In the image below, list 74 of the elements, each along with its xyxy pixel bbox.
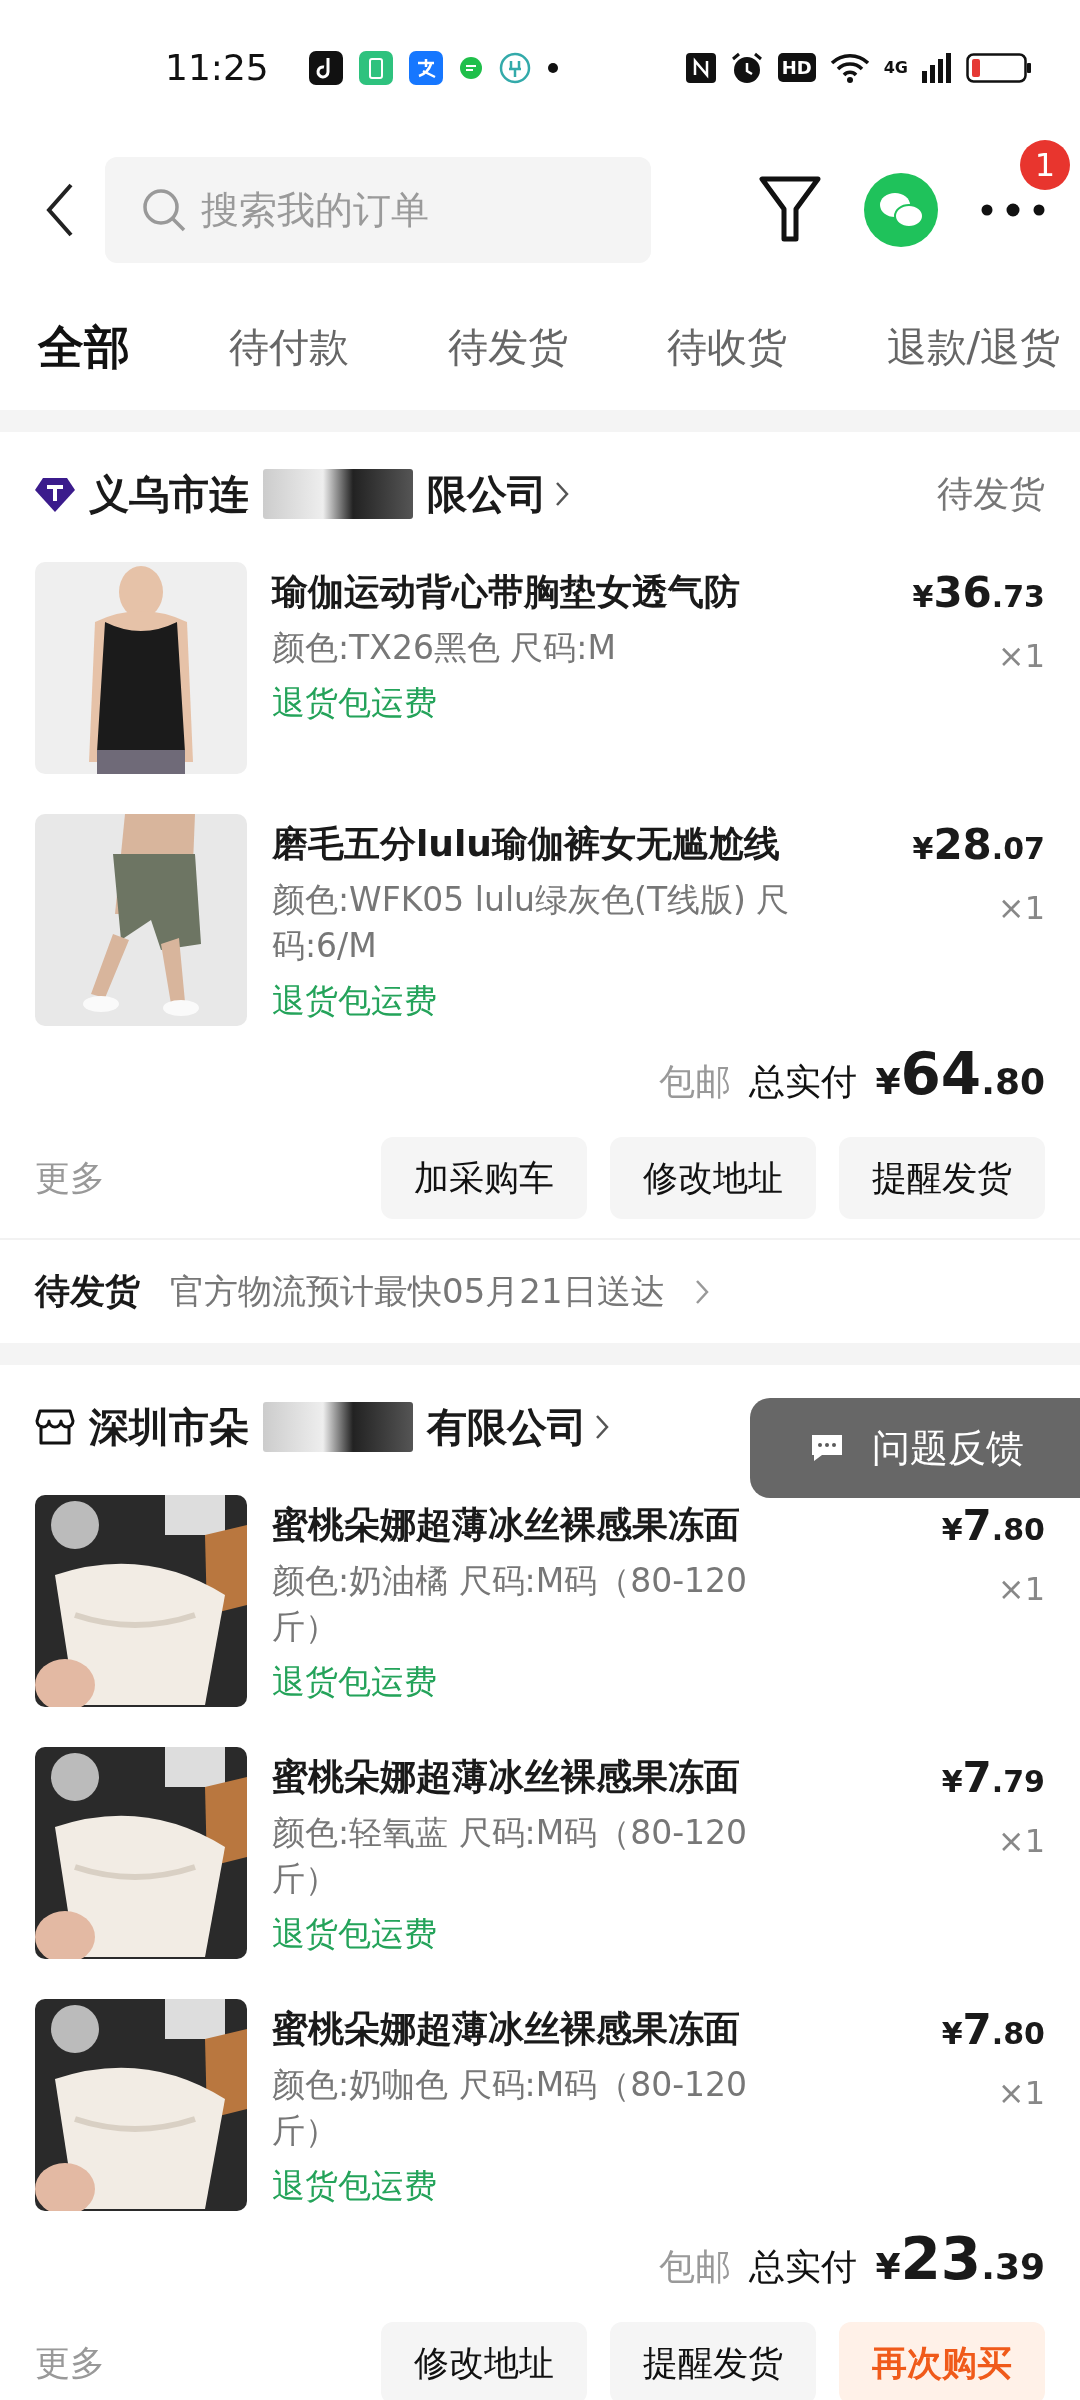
quantity: ×1 bbox=[997, 1822, 1045, 1860]
quantity: ×1 bbox=[997, 637, 1045, 675]
battery-icon bbox=[966, 52, 1032, 83]
free-shipping-label: 包邮 bbox=[659, 1060, 732, 1104]
quantity: ×1 bbox=[997, 1570, 1045, 1608]
network-label: 4G bbox=[883, 58, 908, 77]
delivery-status: 待发货 bbox=[35, 1270, 140, 1313]
product-spec: 颜色:奶油橘 尺码:M码（80-120斤） bbox=[272, 1560, 749, 1649]
tab[interactable]: 待收货 bbox=[667, 320, 788, 375]
return-shipping-tag: 退货包运费 bbox=[272, 2164, 870, 2210]
return-shipping-tag: 退货包运费 bbox=[272, 1660, 870, 1706]
product-title[interactable]: 蜜桃朵娜超薄冰丝裸感果冻面 bbox=[272, 1501, 870, 1550]
store-icon bbox=[35, 1408, 75, 1446]
return-shipping-tag: 退货包运费 bbox=[272, 1912, 870, 1958]
product-price: ¥28.07 bbox=[912, 820, 1045, 869]
clock: 11:25 bbox=[165, 47, 269, 88]
message-icon bbox=[810, 1433, 844, 1463]
tab[interactable]: 待付款 bbox=[229, 320, 350, 375]
total-price: ¥64.80 bbox=[875, 1040, 1045, 1108]
action-button[interactable]: 修改地址 bbox=[381, 2322, 587, 2400]
return-shipping-tag: 退货包运费 bbox=[272, 681, 870, 727]
shop-name[interactable]: 限公司 bbox=[427, 466, 547, 522]
product-title[interactable]: 瑜伽运动背心带胸垫女透气防 bbox=[272, 568, 870, 617]
shop-name[interactable]: 有限公司 bbox=[427, 1399, 587, 1455]
action-button[interactable]: 提醒发货 bbox=[610, 2322, 816, 2400]
battery-app-icon bbox=[358, 50, 393, 85]
notification-badge: 1 bbox=[1020, 140, 1070, 190]
product-spec: 颜色:轻氧蓝 尺码:M码（80-120斤） bbox=[272, 1812, 749, 1901]
hd-label: HD bbox=[777, 53, 816, 82]
product-title[interactable]: 磨毛五分lulu瑜伽裤女无尴尬线 bbox=[272, 820, 870, 869]
action-button[interactable]: 修改地址 bbox=[610, 1137, 816, 1219]
product-price: ¥7.80 bbox=[941, 1501, 1045, 1550]
music-note-icon bbox=[308, 50, 343, 85]
dot-icon bbox=[546, 61, 559, 74]
chevron-icon[interactable] bbox=[555, 481, 569, 507]
product-title[interactable]: 蜜桃朵娜超薄冰丝裸感果冻面 bbox=[272, 1753, 870, 1802]
product-spec: 颜色:奶咖色 尺码:M码（80-120斤） bbox=[272, 2064, 749, 2153]
product-spec: 颜色:TX26黑色 尺码:M bbox=[272, 627, 617, 669]
plug-icon bbox=[498, 51, 531, 84]
alarm-icon bbox=[729, 50, 764, 85]
total-label: 总实付 bbox=[749, 1060, 858, 1104]
product-price: ¥36.73 bbox=[912, 568, 1045, 617]
back-icon[interactable] bbox=[45, 182, 75, 238]
tab[interactable]: 待发货 bbox=[448, 320, 569, 375]
more-icon[interactable] bbox=[980, 203, 1046, 217]
delivery-note[interactable]: 官方物流预计最快05月21日送达 bbox=[170, 1268, 665, 1315]
feedback-button[interactable]: 问题反馈 bbox=[750, 1398, 1080, 1498]
order-status: 待发货 bbox=[937, 471, 1045, 516]
total-label: 总实付 bbox=[749, 2245, 858, 2289]
product-spec: 颜色:WFK05 lulu绿灰色(T线版) 尺码:6/M bbox=[272, 879, 791, 968]
diamond-icon bbox=[35, 476, 75, 512]
total-price: ¥23.39 bbox=[875, 2225, 1045, 2293]
nfc-icon bbox=[685, 52, 716, 83]
shop-name[interactable]: 义乌市连 bbox=[89, 466, 249, 522]
filter-icon[interactable] bbox=[758, 175, 822, 245]
chat-bubble-icon bbox=[458, 55, 483, 80]
tab[interactable]: 全部 bbox=[38, 316, 130, 379]
return-shipping-tag: 退货包运费 bbox=[272, 979, 870, 1025]
quantity: ×1 bbox=[997, 2074, 1045, 2112]
feedback-label: 问题反馈 bbox=[872, 1424, 1024, 1472]
product-price: ¥7.80 bbox=[941, 2005, 1045, 2054]
free-shipping-label: 包邮 bbox=[659, 2245, 732, 2289]
shop-name[interactable]: 深圳市朵 bbox=[89, 1399, 249, 1455]
tab[interactable]: 退款/退货 bbox=[886, 320, 1060, 375]
quantity: ×1 bbox=[997, 889, 1045, 927]
action-button[interactable]: 加采购车 bbox=[381, 1137, 587, 1219]
signal-icon bbox=[922, 52, 952, 83]
chevron-icon[interactable] bbox=[595, 1414, 609, 1440]
product-price: ¥7.79 bbox=[941, 1753, 1045, 1802]
payment-app-icon bbox=[408, 50, 443, 85]
product-title[interactable]: 蜜桃朵娜超薄冰丝裸感果冻面 bbox=[272, 2005, 870, 2054]
action-button[interactable]: 提醒发货 bbox=[839, 1137, 1045, 1219]
wifi-icon bbox=[829, 51, 870, 84]
search-field[interactable]: 搜索我的订单 bbox=[105, 157, 651, 263]
